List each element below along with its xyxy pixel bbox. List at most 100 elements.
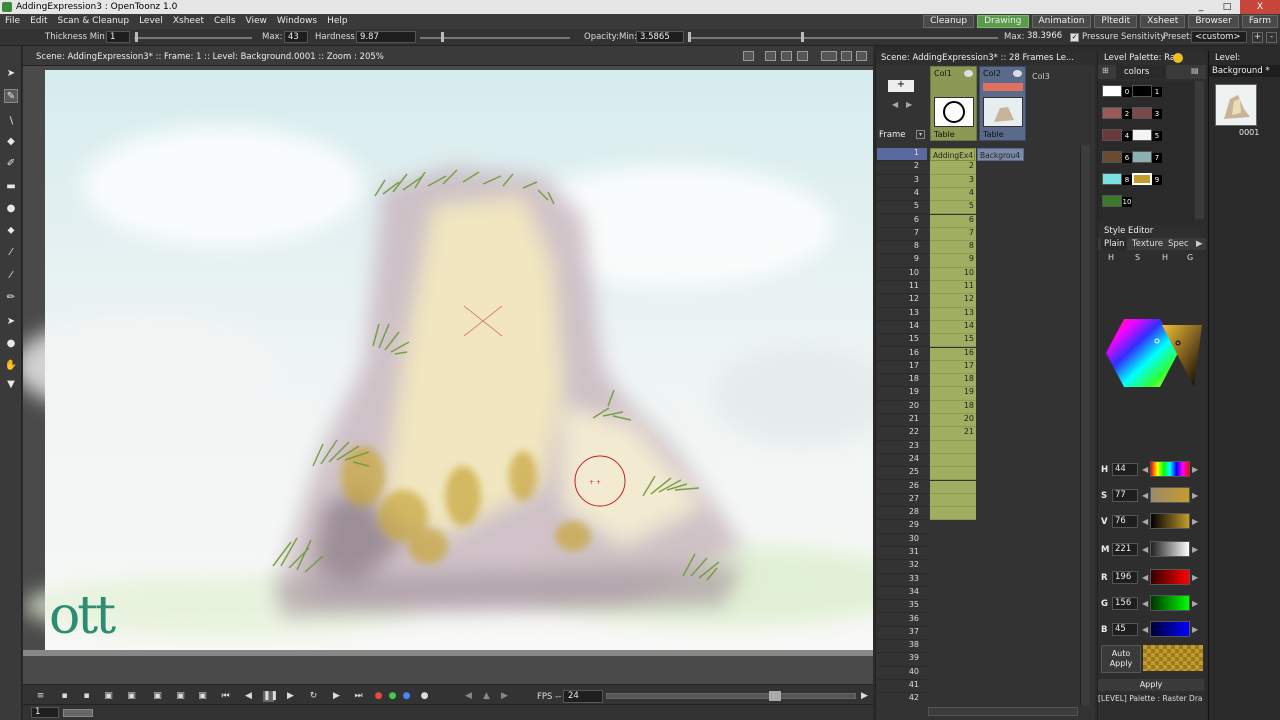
palette-menu-icon[interactable]: ⊞ (1102, 66, 1109, 75)
channel-value-field[interactable]: 76 (1112, 515, 1138, 528)
new-memo-button[interactable]: + (888, 80, 914, 92)
col1-cell[interactable]: 2 (930, 161, 976, 175)
style-chip[interactable] (1132, 129, 1152, 141)
col1-cell[interactable]: 18 (930, 400, 976, 414)
camera-stand-icon[interactable] (743, 51, 754, 61)
frame-row-number[interactable]: 33 (877, 574, 927, 587)
frame-row-number[interactable]: 14 (877, 321, 927, 335)
saturation-mode[interactable]: S (1135, 253, 1140, 262)
frame-row-number[interactable]: 20 (877, 401, 927, 414)
style-chip[interactable] (1132, 173, 1152, 185)
preview-toggle-icon[interactable] (964, 70, 973, 77)
menu-icon[interactable]: ≡ (35, 691, 46, 702)
col1-cell[interactable]: 17 (930, 360, 976, 375)
channel-increase-icon[interactable]: ▶ (1192, 491, 1198, 500)
green-channel-icon[interactable]: ● (387, 691, 398, 702)
frame-row-number[interactable]: 36 (877, 614, 927, 627)
frame-row-number[interactable]: 9 (877, 254, 927, 268)
level-name[interactable]: Background * (1209, 65, 1280, 77)
thickness-max-field[interactable]: 43 (284, 31, 308, 43)
col1-cell[interactable]: 7 (930, 227, 976, 242)
col1-cell[interactable] (930, 480, 976, 494)
col2-level-name[interactable]: Backgrou4 (977, 148, 1024, 161)
col1-cell[interactable]: 6 (930, 214, 976, 228)
room-drawing[interactable]: Drawing (977, 15, 1029, 28)
prev-key-icon[interactable]: ◀ (892, 100, 898, 109)
frame-row-number[interactable]: 12 (877, 294, 927, 308)
frame-zoom-icon[interactable]: ▾ (916, 130, 925, 139)
tab-scroll-icon[interactable]: ▶ (1196, 238, 1203, 250)
menu-edit[interactable]: Edit (25, 14, 52, 29)
col1-cell[interactable]: 12 (930, 294, 976, 308)
frame-row-number[interactable]: 38 (877, 640, 927, 654)
style-chip[interactable] (1102, 151, 1122, 163)
frame-row-number[interactable]: 13 (877, 308, 927, 321)
frame-row-number[interactable]: 18 (877, 374, 927, 388)
add-preset-button[interactable]: + (1252, 32, 1263, 43)
style-chip[interactable] (1102, 85, 1122, 97)
style-chip[interactable] (1132, 85, 1152, 97)
safe-area-icon[interactable]: ▣ (197, 691, 208, 702)
col1-cell[interactable]: 18 (930, 374, 976, 388)
frame-row-number[interactable]: 42 (877, 693, 927, 705)
col1-cell[interactable]: 4 (930, 187, 976, 202)
frame-row-number[interactable]: 30 (877, 534, 927, 547)
frame-row-number[interactable]: 2 (877, 161, 927, 175)
tab-plain[interactable]: Plain (1101, 238, 1128, 250)
bg-white-icon[interactable]: ▣ (126, 691, 137, 702)
maximize-button[interactable]: □ (1214, 0, 1240, 14)
col1-cell[interactable] (930, 467, 976, 481)
opacity-slider[interactable] (688, 37, 998, 39)
frame-row-number[interactable]: 1 (877, 148, 927, 162)
channel-increase-icon[interactable]: ▶ (1192, 599, 1198, 608)
compare-right-icon[interactable]: ▶ (499, 691, 510, 702)
frame-slider[interactable] (63, 709, 93, 717)
frame-row-number[interactable]: 24 (877, 454, 927, 468)
animate-tool-icon[interactable]: ➤ (4, 66, 18, 80)
col1-cell[interactable] (930, 493, 976, 508)
frame-row-number[interactable]: 37 (877, 627, 927, 641)
palette-scrollbar[interactable] (1195, 81, 1204, 219)
thickness-min-handle[interactable] (135, 32, 138, 42)
frame-row-number[interactable]: 6 (877, 215, 927, 228)
hsv-mode[interactable]: H (1162, 253, 1168, 262)
pencil-tool-icon[interactable]: ✏ (4, 290, 18, 304)
color-wheel[interactable] (1102, 317, 1206, 397)
frame-row-number[interactable]: 34 (877, 587, 927, 601)
viewer-settings-icon[interactable] (856, 51, 867, 61)
col1-cell[interactable]: 5 (930, 201, 976, 215)
alpha-channel-icon[interactable]: ● (419, 691, 430, 702)
blue-channel-icon[interactable]: ● (401, 691, 412, 702)
channel-decrease-icon[interactable]: ◀ (1142, 573, 1148, 582)
frame-row-number[interactable]: 25 (877, 467, 927, 481)
more-tools-icon[interactable]: ▼ (4, 377, 18, 391)
frame-row-number[interactable]: 41 (877, 680, 927, 694)
channel-decrease-icon[interactable]: ◀ (1142, 517, 1148, 526)
preview-icon[interactable] (821, 51, 837, 61)
frame-row-number[interactable]: 17 (877, 361, 927, 375)
room-cleanup[interactable]: Cleanup (923, 15, 975, 28)
channel-value-field[interactable]: 45 (1112, 623, 1138, 636)
compare-mid-icon[interactable]: ▲ (481, 691, 492, 702)
style-chip[interactable] (1102, 173, 1122, 185)
channel-decrease-icon[interactable]: ◀ (1142, 625, 1148, 634)
level-frame-thumbnail[interactable] (1215, 84, 1257, 126)
column-header-col3[interactable]: Col3 (1028, 66, 1075, 141)
hand-tool-icon[interactable]: ✋ (4, 358, 18, 372)
room-xsheet[interactable]: Xsheet (1140, 15, 1186, 28)
channel-value-field[interactable]: 44 (1112, 463, 1138, 476)
zoom-tool-icon[interactable]: ● (4, 336, 18, 350)
column-header-col2[interactable]: Col2 Table (979, 66, 1026, 141)
prev-frame-icon[interactable]: ◀ (243, 691, 254, 702)
loop-icon[interactable]: ↻ (308, 691, 319, 702)
opacity-max-field[interactable]: 38.3966 (1024, 31, 1064, 43)
col1-cell[interactable]: 9 (930, 254, 976, 268)
frame-row-number[interactable]: 27 (877, 494, 927, 508)
play-icon[interactable]: ▶ (285, 691, 296, 702)
menu-cells[interactable]: Cells (209, 14, 241, 29)
channel-decrease-icon[interactable]: ◀ (1142, 491, 1148, 500)
channel-slider[interactable] (1150, 621, 1190, 637)
last-frame-icon[interactable]: ⏭ (353, 691, 364, 702)
fps-field[interactable]: 24 (563, 690, 603, 703)
rgb-picker-icon[interactable]: ⁄ (4, 245, 18, 259)
